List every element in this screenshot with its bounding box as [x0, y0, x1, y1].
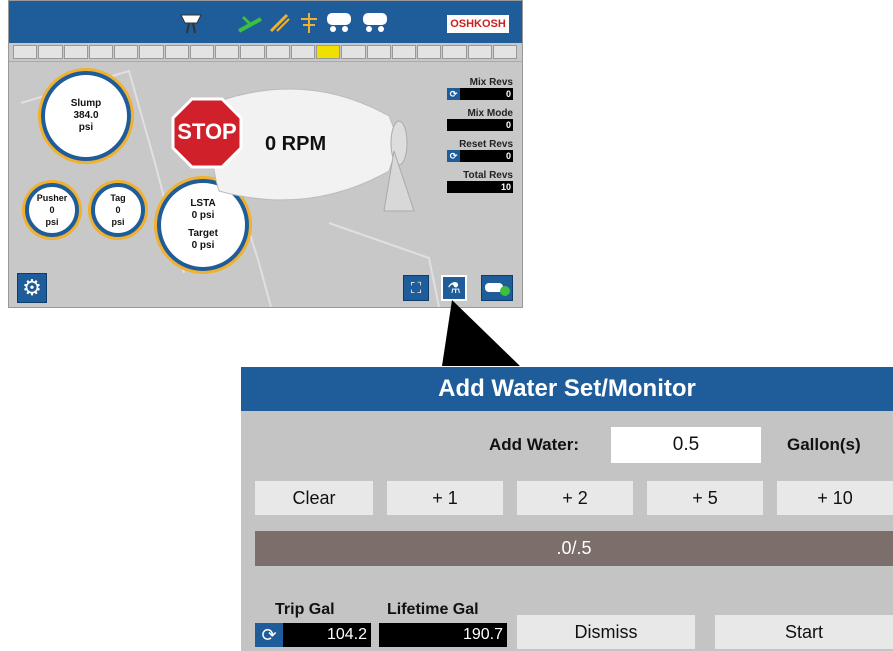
mix-revs-value: 0	[505, 89, 511, 99]
revolution-segment	[114, 45, 139, 59]
tag-label: Tag	[110, 193, 126, 203]
reset-revs-box: ⟳ 0	[447, 150, 513, 162]
pusher-label: Pusher	[36, 193, 68, 203]
mix-revs-box: ⟳ 0	[447, 88, 513, 100]
callout-pointer	[442, 300, 520, 366]
add-water-label: Add Water:	[489, 435, 580, 454]
clear-button[interactable]: Clear	[255, 481, 373, 515]
dialog-title: Add Water Set/Monitor	[241, 367, 893, 411]
reset-revs-value: 0	[505, 151, 511, 161]
chute-icon[interactable]	[177, 9, 207, 35]
revolution-segment	[139, 45, 164, 59]
lifetime-gal-label: Lifetime Gal	[387, 601, 479, 618]
dismiss-button[interactable]: Dismiss	[517, 615, 695, 649]
mixer-display-screen: OSHKOSH Slump 384.0 psi Pusher 0 psi Tag…	[8, 0, 523, 308]
revolution-segment	[13, 45, 38, 59]
revolution-segment	[164, 45, 189, 59]
stop-sign-label: STOP	[177, 119, 237, 144]
revolution-segment	[189, 45, 214, 59]
slump-label: Slump	[70, 98, 102, 109]
chute-lock-icon[interactable]: ⛶	[403, 275, 429, 301]
revolution-segment	[240, 45, 265, 59]
slump-gauge: Slump 384.0 psi	[41, 71, 131, 161]
mix-mode-value: 0	[505, 120, 511, 130]
start-button[interactable]: Start	[715, 615, 893, 649]
trip-gal-value: 104.2	[283, 623, 371, 647]
plus-10-button[interactable]: + 10	[777, 481, 893, 515]
spray-icon[interactable]	[267, 9, 291, 35]
truck-drum-icon[interactable]	[361, 9, 391, 37]
water-valve-icon[interactable]	[237, 11, 263, 35]
truck-water-icon[interactable]	[325, 9, 355, 37]
tag-unit: psi	[111, 217, 125, 227]
lsta-target-label: Target	[188, 228, 218, 239]
add-water-input[interactable]: 0.5	[611, 427, 761, 463]
oshkosh-logo: OSHKOSH	[447, 15, 509, 33]
lifetime-gal-value: 190.7	[379, 623, 507, 647]
divider	[9, 61, 522, 62]
top-status-bar: OSHKOSH	[9, 1, 522, 43]
add-water-dialog: Add Water Set/Monitor Add Water: 0.5 Gal…	[241, 367, 893, 651]
pusher-value: 0	[49, 205, 55, 215]
revolution-segment	[38, 45, 63, 59]
fill-progress-bar: .0/.5	[255, 531, 893, 566]
total-revs-label: Total Revs	[463, 170, 513, 181]
lsta-target-value: 0 psi	[191, 240, 215, 251]
plus-5-button[interactable]: + 5	[647, 481, 763, 515]
revolution-segment	[467, 45, 492, 59]
pusher-gauge: Pusher 0 psi	[25, 183, 79, 237]
revolution-segment	[442, 45, 467, 59]
pusher-unit: psi	[45, 217, 59, 227]
revolution-segment	[417, 45, 442, 59]
plus-1-button[interactable]: + 1	[387, 481, 503, 515]
revolution-segment	[215, 45, 240, 59]
revolution-segment-bar	[13, 45, 518, 59]
revolution-segment	[391, 45, 416, 59]
revs-panel: Mix Revs ⟳ 0 Mix Mode 0 Reset Revs ⟳ 0 T…	[447, 77, 513, 193]
revolution-segment	[492, 45, 517, 59]
revolution-segment	[63, 45, 88, 59]
plus-2-button[interactable]: + 2	[517, 481, 633, 515]
total-revs-value: 10	[500, 182, 511, 192]
trip-gal-label: Trip Gal	[275, 601, 335, 618]
slump-value: 384.0	[73, 110, 99, 121]
reset-revs-label: Reset Revs	[459, 139, 513, 150]
revolution-segment	[265, 45, 290, 59]
revolution-segment	[88, 45, 113, 59]
tag-gauge: Tag 0 psi	[91, 183, 145, 237]
rpm-readout: 0 RPM	[265, 133, 327, 155]
revolution-segment	[290, 45, 315, 59]
mix-revs-label: Mix Revs	[469, 77, 513, 88]
tag-value: 0	[115, 205, 121, 215]
wash-icon[interactable]	[297, 9, 321, 37]
trip-reset-icon[interactable]: ⟳	[255, 623, 283, 647]
refresh-icon[interactable]: ⟳	[447, 88, 460, 100]
reset-refresh-icon[interactable]: ⟳	[447, 150, 460, 162]
revolution-segment	[366, 45, 391, 59]
mix-mode-box: 0	[447, 119, 513, 131]
gallons-unit-label: Gallon(s)	[787, 435, 861, 454]
mix-mode-label: Mix Mode	[467, 108, 513, 119]
revolution-segment	[341, 45, 366, 59]
settings-gear-icon[interactable]: ⚙	[17, 273, 47, 303]
total-revs-box: 10	[447, 181, 513, 193]
revolution-segment	[316, 45, 341, 59]
slump-unit: psi	[78, 122, 94, 133]
